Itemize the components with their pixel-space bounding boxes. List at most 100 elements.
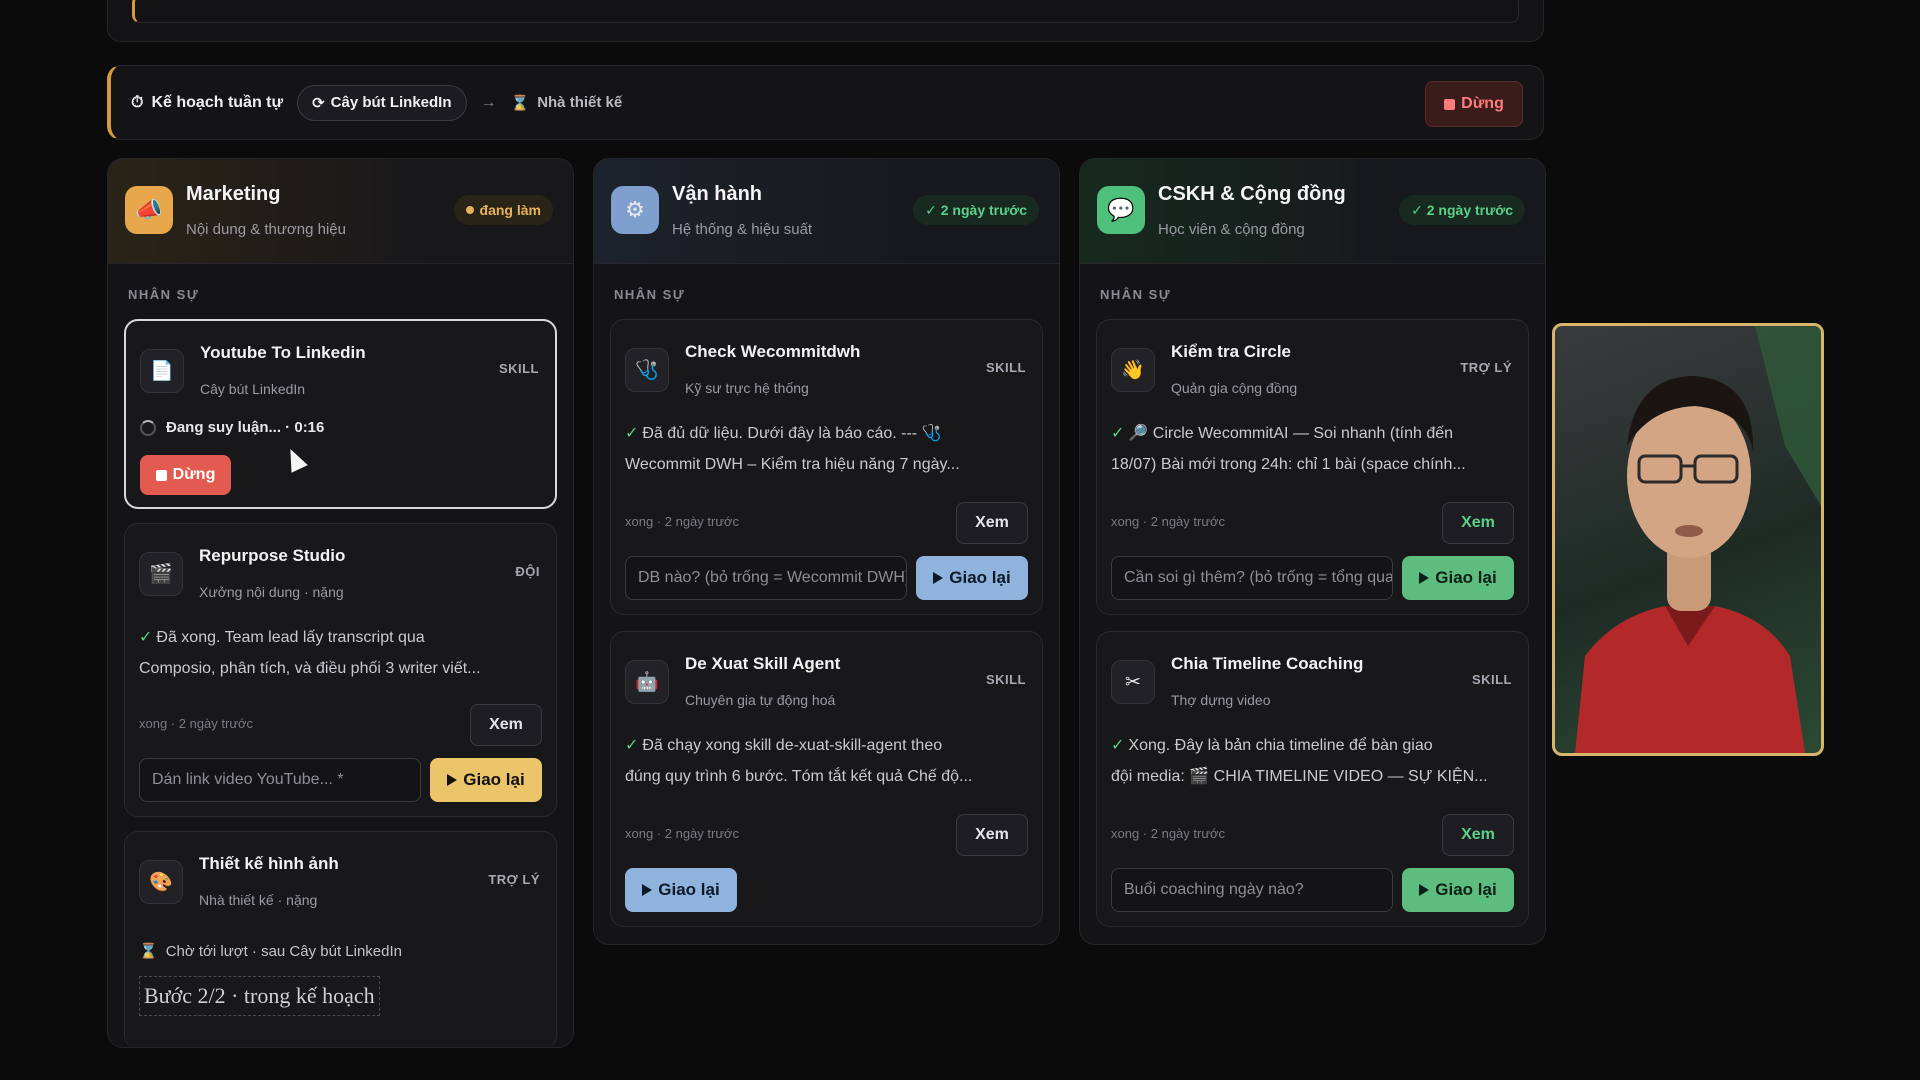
agent-card-check-wecommitdwh: 🩺 Check Wecommitdwh Kỹ sư trực hệ thống … — [610, 319, 1043, 615]
card-role: Quản gia cộng đồng — [1171, 380, 1298, 396]
card-role: Xưởng nội dung · nặng — [199, 584, 344, 600]
card-tag: ĐỘI — [515, 564, 540, 579]
card-role: Kỹ sư trực hệ thống — [685, 380, 809, 396]
robot-icon: 🤖 — [625, 660, 669, 704]
stop-plan-button[interactable]: Dừng — [1425, 81, 1523, 127]
retry-button[interactable]: Giao lại — [916, 556, 1028, 600]
document-icon: 📄 — [140, 349, 184, 393]
column-subtitle: Học viên & cộng đồng — [1158, 221, 1305, 238]
agent-card-youtube-to-linkedin[interactable]: 📄 Youtube To Linkedin Cây bút LinkedIn S… — [124, 319, 557, 509]
column-title: Vận hành — [672, 183, 763, 205]
spinner-icon — [140, 419, 156, 436]
card-meta: xong · 2 ngày trước — [625, 826, 740, 841]
section-label: NHÂN SỰ — [128, 287, 200, 302]
section-label: NHÂN SỰ — [1100, 287, 1172, 302]
view-button[interactable]: Xem — [1442, 502, 1514, 544]
check-icon: ✓ — [625, 425, 639, 442]
section-label: NHÂN SỰ — [614, 287, 686, 302]
card-tag: SKILL — [985, 360, 1026, 375]
plan-bar: ⏱ Kế hoạch tuần tự ⟳ Cây bút LinkedIn → … — [107, 65, 1544, 140]
card-result: ✓ Đã xong. Team lead lấy transcript qua C… — [139, 629, 481, 677]
retry-button[interactable]: Giao lại — [1402, 556, 1514, 600]
view-button[interactable]: Xem — [956, 814, 1028, 856]
chat-bubble-icon: 💬 — [1097, 186, 1145, 234]
stop-icon — [1444, 98, 1456, 110]
top-input-field[interactable] — [132, 0, 1519, 23]
card-meta: xong · 2 ngày trước — [139, 716, 254, 731]
card-result: ✓ Xong. Đây là bản chia timeline để bàn g… — [1111, 737, 1488, 785]
card-meta: xong · 2 ngày trước — [1111, 826, 1226, 841]
check-icon: ✓ — [139, 629, 153, 646]
megaphone-icon: 📣 — [125, 186, 173, 234]
card-result: ✓ Đã chạy xong skill de-xuat-skill-agent … — [625, 737, 973, 785]
column-operations: ⚙ Vận hành Hệ thống & hiệu suất ✓ 2 ngày… — [593, 158, 1060, 945]
card-title: Thiết kế hình ảnh — [199, 854, 339, 873]
column-header: 💬 CSKH & Cộng đồng Học viên & cộng đồng … — [1080, 159, 1545, 264]
view-button[interactable]: Xem — [470, 704, 542, 746]
column-header: 📣 Marketing Nội dung & thương hiệu đang … — [108, 159, 573, 264]
view-button[interactable]: Xem — [956, 502, 1028, 544]
presenter-figure — [1575, 326, 1821, 753]
check-icon: ✓ — [1111, 737, 1125, 754]
check-icon: ✓ — [625, 737, 639, 754]
column-subtitle: Hệ thống & hiệu suất — [672, 221, 813, 238]
stop-icon — [155, 469, 167, 481]
refresh-icon: ⟳ — [312, 94, 325, 112]
column-community: 💬 CSKH & Cộng đồng Học viên & cộng đồng … — [1079, 158, 1546, 945]
agent-card-kiem-tra-circle: 👋 Kiểm tra Circle Quản gia cộng đồng TRỢ… — [1096, 319, 1529, 615]
card-title: De Xuat Skill Agent — [685, 654, 841, 673]
card-tag: TRỢ LÝ — [1460, 360, 1512, 375]
running-status: Đang suy luận... · 0:16 — [140, 419, 324, 436]
status-badge: ✓ 2 ngày trước — [913, 195, 1039, 225]
agent-card-chia-timeline-coaching: ✂ Chia Timeline Coaching Thợ dựng video … — [1096, 631, 1529, 927]
gear-icon: ⚙ — [611, 186, 659, 234]
card-title: Check Wecommitdwh — [685, 342, 861, 361]
card-result: ✓ 🔎 Circle WecommitAI — Soi nhanh (tính đ… — [1111, 425, 1466, 473]
timer-icon: ⏱ — [131, 93, 144, 111]
card-title: Youtube To Linkedin — [200, 343, 366, 362]
wait-status: ⌛ Chờ tới lượt · sau Cây bút LinkedIn — [139, 942, 403, 961]
plan-step-next: ⌛ Nhà thiết kế — [510, 94, 623, 112]
waving-hand-icon: 👋 — [1111, 348, 1155, 392]
check-icon: ✓ — [1111, 425, 1125, 442]
card-role: Chuyên gia tự động hoá — [685, 692, 836, 708]
arrow-right-icon: → — [480, 93, 497, 111]
retry-button[interactable]: Giao lại — [625, 868, 737, 912]
stethoscope-icon: 🩺 — [625, 348, 669, 392]
db-input[interactable]: DB nào? (bỏ trống = Wecommit DWH) — [625, 556, 907, 600]
retry-button[interactable]: Giao lại — [430, 758, 542, 802]
agent-card-repurpose-studio: 🎬 Repurpose Studio Xưởng nội dung · nặng… — [124, 523, 557, 817]
card-title: Chia Timeline Coaching — [1171, 654, 1364, 673]
column-title: CSKH & Cộng đồng — [1158, 183, 1346, 205]
card-title: Kiểm tra Circle — [1171, 342, 1291, 361]
status-badge: đang làm — [453, 195, 553, 225]
card-tag: TRỢ LÝ — [488, 872, 540, 887]
hourglass-icon: ⌛ — [510, 94, 530, 112]
card-title: Repurpose Studio — [199, 546, 346, 565]
query-input[interactable]: Cần soi gì thêm? (bỏ trống = tổng quan) — [1111, 556, 1393, 600]
agent-card-de-xuat-skill-agent: 🤖 De Xuat Skill Agent Chuyên gia tự động… — [610, 631, 1043, 927]
palette-icon: 🎨 — [139, 860, 183, 904]
card-result: ✓ Đã đủ dữ liệu. Dưới đây là báo cáo. ---… — [625, 425, 960, 473]
card-meta: xong · 2 ngày trước — [625, 514, 740, 529]
plan-title: ⏱ Kế hoạch tuần tự — [131, 93, 284, 111]
card-role: Cây bút LinkedIn — [200, 381, 306, 397]
agent-card-image-design: 🎨 Thiết kế hình ảnh Nhà thiết kế · nặng … — [124, 831, 557, 1047]
retry-button[interactable]: Giao lại — [1402, 868, 1514, 912]
video-link-input[interactable]: Dán link video YouTube... * — [139, 758, 421, 802]
status-badge: ✓ 2 ngày trước — [1399, 195, 1525, 225]
webcam-video-overlay — [1552, 323, 1824, 756]
column-title: Marketing — [186, 183, 281, 205]
date-input[interactable]: Buổi coaching ngày nào? — [1111, 868, 1393, 912]
stop-button[interactable]: Dừng — [140, 455, 231, 495]
card-role: Thợ dựng video — [1171, 692, 1271, 708]
card-tag: SKILL — [1471, 672, 1512, 687]
card-role: Nhà thiết kế · nặng — [199, 892, 318, 908]
hourglass-icon: ⌛ — [139, 943, 158, 960]
view-button[interactable]: Xem — [1442, 814, 1514, 856]
plan-step-chip[interactable]: ⟳ Cây bút LinkedIn — [297, 84, 467, 121]
scissors-icon: ✂ — [1111, 660, 1155, 704]
column-subtitle: Nội dung & thương hiệu — [186, 221, 346, 238]
card-tag: SKILL — [985, 672, 1026, 687]
column-marketing: 📣 Marketing Nội dung & thương hiệu đang … — [107, 158, 574, 1048]
